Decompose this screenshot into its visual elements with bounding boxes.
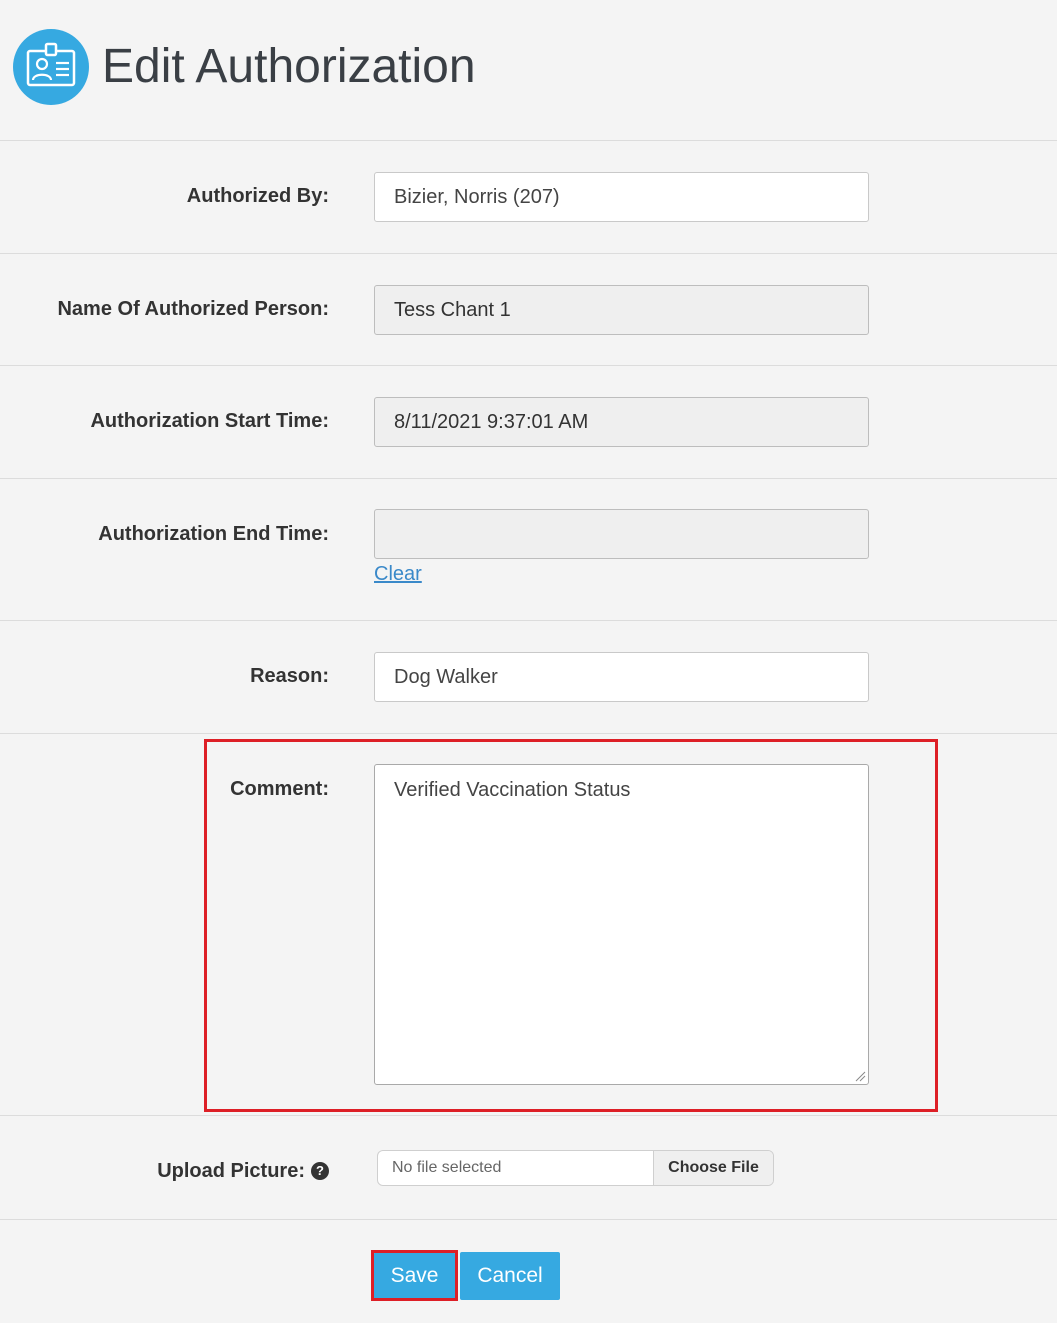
authorized-person-label: Name Of Authorized Person: bbox=[57, 298, 329, 320]
authorized-by-field[interactable]: Bizier, Norris (207) bbox=[374, 172, 869, 222]
cancel-button[interactable]: Cancel bbox=[460, 1252, 560, 1300]
divider bbox=[0, 478, 1057, 479]
upload-picture-label: Upload Picture:? bbox=[157, 1160, 329, 1183]
resize-grip-icon[interactable] bbox=[854, 1070, 866, 1082]
comment-textarea[interactable]: Verified Vaccination Status bbox=[374, 764, 869, 1085]
reason-label: Reason: bbox=[250, 665, 329, 687]
save-highlight-box bbox=[371, 1250, 458, 1301]
divider bbox=[0, 1219, 1057, 1220]
authorized-person-field: Tess Chant 1 bbox=[374, 285, 869, 335]
file-status-text: No file selected bbox=[392, 1159, 502, 1176]
divider bbox=[0, 365, 1057, 366]
divider bbox=[0, 1115, 1057, 1116]
file-upload-control[interactable]: No file selected Choose File bbox=[377, 1150, 774, 1186]
comment-text: Verified Vaccination Status bbox=[394, 779, 631, 801]
divider bbox=[0, 140, 1057, 141]
upload-picture-label-text: Upload Picture: bbox=[157, 1160, 305, 1182]
end-time-field[interactable] bbox=[374, 509, 869, 559]
page-header: Edit Authorization bbox=[0, 0, 1057, 140]
divider bbox=[0, 733, 1057, 734]
comment-label: Comment: bbox=[230, 778, 329, 800]
divider bbox=[0, 620, 1057, 621]
divider bbox=[0, 253, 1057, 254]
clear-end-time-link[interactable]: Clear bbox=[374, 563, 422, 586]
reason-field[interactable]: Dog Walker bbox=[374, 652, 869, 702]
authorized-by-label: Authorized By: bbox=[186, 185, 329, 207]
choose-file-button[interactable]: Choose File bbox=[653, 1151, 773, 1185]
question-circle-icon[interactable]: ? bbox=[311, 1162, 329, 1180]
start-time-field: 8/11/2021 9:37:01 AM bbox=[374, 397, 869, 447]
id-badge-icon bbox=[13, 29, 89, 105]
end-time-label: Authorization End Time: bbox=[98, 523, 329, 545]
start-time-label: Authorization Start Time: bbox=[90, 410, 329, 432]
page-title: Edit Authorization bbox=[102, 40, 476, 93]
